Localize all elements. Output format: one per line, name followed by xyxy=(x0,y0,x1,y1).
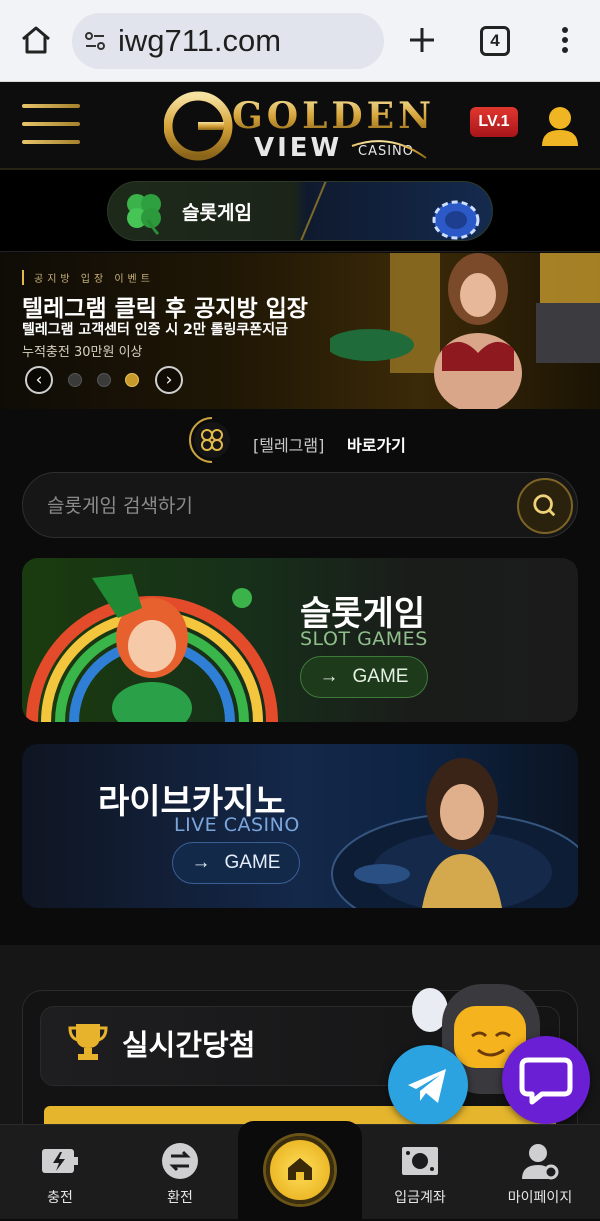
live-casino-card[interactable]: 라이브카지노 LIVE CASINO → GAME xyxy=(22,744,578,908)
category-strip: 슬롯게임 xyxy=(0,170,600,252)
arrow-right-icon: → xyxy=(191,852,211,873)
slot-category-tab[interactable]: 슬롯게임 xyxy=(107,181,493,241)
tab-switcher-button[interactable]: 4 xyxy=(480,26,510,56)
home-button[interactable] xyxy=(266,1136,334,1204)
nav-mypage-label: 마이페이지 xyxy=(507,1190,573,1206)
live-game-button-label: GAME xyxy=(224,852,281,873)
level-badge: LV.1 xyxy=(470,107,518,137)
banner-dot-active[interactable] xyxy=(125,373,139,387)
banner-illustration xyxy=(330,253,600,409)
banner-note: 누적충전 30만원 이상 xyxy=(22,345,143,360)
site-settings-icon[interactable] xyxy=(82,28,108,54)
search-icon xyxy=(533,494,556,517)
search-button[interactable] xyxy=(517,478,573,534)
slot-illustration xyxy=(26,574,278,722)
golden-view-casino-logo[interactable]: GOLDEN VIEW CASINO xyxy=(164,88,434,164)
slot-game-button-label: GAME xyxy=(352,666,409,687)
live-casino-illustration xyxy=(331,758,578,908)
exchange-icon xyxy=(162,1143,198,1179)
divider-slash xyxy=(300,182,327,240)
url-text: iwg711.com xyxy=(118,23,282,58)
address-bar[interactable]: iwg711.com xyxy=(72,13,384,69)
slot-title-en: SLOT GAMES xyxy=(300,628,428,650)
user-avatar-icon[interactable] xyxy=(538,102,582,150)
casino-chip-icon xyxy=(432,200,480,240)
banner-subtitle: 텔레그램 고객센터 인증 시 2만 롤링쿠폰지급 xyxy=(22,322,288,338)
nav-mypage[interactable]: 마이페이지 xyxy=(480,1125,600,1220)
banner-dot[interactable] xyxy=(68,373,82,387)
bank-card-icon xyxy=(402,1147,438,1175)
banner-dot[interactable] xyxy=(97,373,111,387)
telegram-go-link[interactable]: 바로가기 xyxy=(347,432,406,456)
telegram-shortcut[interactable]: [텔레그램] 바로가기 xyxy=(0,412,600,470)
live-chat-button[interactable] xyxy=(502,1036,590,1124)
promo-banner[interactable]: 공지방 입장 이벤트 텔레그램 클릭 후 공지방 입장 텔레그램 고객센터 인증… xyxy=(0,253,600,409)
hamburger-menu-icon[interactable] xyxy=(22,104,80,148)
nav-deposit[interactable]: 충전 xyxy=(0,1125,120,1220)
telegram-icon xyxy=(408,1069,446,1103)
more-vert-icon[interactable] xyxy=(553,22,577,58)
live-game-button[interactable]: → GAME xyxy=(172,842,300,884)
telegram-label: [텔레그램] xyxy=(253,436,325,455)
nav-withdraw-label: 환전 xyxy=(167,1190,193,1206)
site-header: GOLDEN VIEW CASINO LV.1 xyxy=(0,82,600,170)
charge-icon xyxy=(42,1149,78,1173)
nav-withdraw[interactable]: 환전 xyxy=(120,1125,240,1220)
user-settings-icon xyxy=(522,1144,559,1180)
banner-prev-button[interactable]: ‹ xyxy=(25,366,53,394)
slot-game-button[interactable]: → GAME xyxy=(300,656,428,698)
winners-title: 실시간당첨 xyxy=(122,1028,256,1062)
telegram-float-button[interactable] xyxy=(388,1045,468,1125)
chat-bubble-icon xyxy=(519,1057,573,1105)
clover-icon xyxy=(127,194,161,236)
live-title-en: LIVE CASINO xyxy=(174,814,300,836)
banner-title: 텔레그램 클릭 후 공지방 입장 xyxy=(22,296,308,322)
browser-toolbar: iwg711.com 4 xyxy=(0,0,600,82)
nav-deposit-label: 충전 xyxy=(47,1190,73,1206)
category-label: 슬롯게임 xyxy=(182,202,252,224)
search-input[interactable] xyxy=(47,490,477,522)
new-tab-icon[interactable] xyxy=(404,22,440,58)
svg-text:GOLDEN: GOLDEN xyxy=(232,95,434,137)
home-icon xyxy=(288,1158,312,1180)
banner-next-button[interactable]: › xyxy=(155,366,183,394)
nav-bank-account[interactable]: 입금계좌 xyxy=(360,1125,480,1220)
arrow-right-icon: → xyxy=(319,666,339,687)
home-icon[interactable] xyxy=(18,22,54,58)
nav-bank-account-label: 입금계좌 xyxy=(394,1190,446,1206)
svg-text:VIEW: VIEW xyxy=(254,133,342,163)
banner-eyebrow: 공지방 입장 이벤트 xyxy=(22,270,154,285)
game-search-bar xyxy=(22,472,578,538)
flower-emblem-icon xyxy=(189,417,230,463)
trophy-icon xyxy=(68,1024,108,1060)
slot-games-card[interactable]: 슬롯게임 SLOT GAMES → GAME xyxy=(22,558,578,722)
